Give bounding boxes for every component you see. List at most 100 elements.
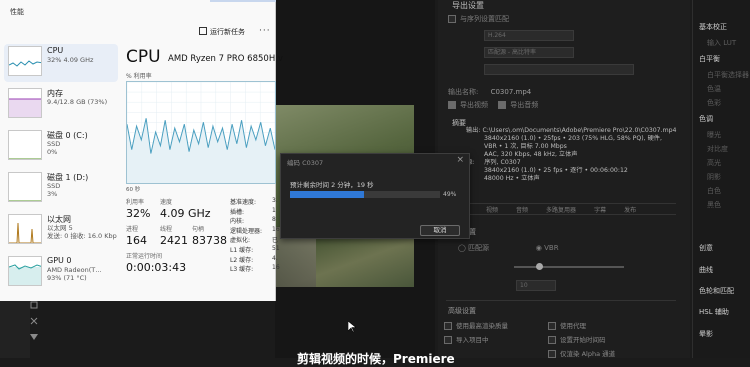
run-new-task-button[interactable]: 运行新任务 — [199, 27, 245, 37]
page-title: 性能 — [10, 8, 24, 16]
lumetri-item[interactable]: 色温 — [707, 84, 721, 94]
progress-bar — [290, 191, 440, 198]
detail-value: 16 — [272, 264, 280, 272]
lumetri-item[interactable]: HSL 辅助 — [699, 307, 729, 317]
bitrate-slider-track[interactable] — [514, 266, 624, 268]
export-audio-checkbox[interactable] — [498, 101, 507, 109]
lumetri-item[interactable]: 色彩 — [707, 98, 721, 108]
comments-field[interactable] — [484, 64, 634, 75]
lumetri-item[interactable]: 色轮和匹配 — [699, 286, 734, 296]
render-alpha-row[interactable]: 仅渲染 Alpha 通道 — [548, 348, 615, 358]
sidebar-item-1[interactable]: 内存 9.4/12.8 GB (73%) — [4, 86, 118, 124]
task-manager-window: 性能 运行新任务 ··· CPU 32% 4.09 GHz 内存 9.4/12.8 G… — [0, 0, 283, 301]
lumetri-item[interactable]: 白平衡 — [699, 54, 720, 64]
sidebar-item-2[interactable]: 磁盘 0 (C:) SSD 0% — [4, 128, 118, 166]
close-icon[interactable]: × — [456, 155, 464, 165]
lumetri-item[interactable]: 晕影 — [699, 329, 713, 339]
export-settings-panel: 导出设置 与序列设置匹配 H.264 匹配源 - 高比特率 输出名称: C030… — [438, 0, 690, 358]
lumetri-item[interactable]: 曝光 — [707, 130, 721, 140]
detail-key: L2 缓存: — [230, 256, 254, 264]
sidebar-item-5[interactable]: GPU 0 AMD Radeon(T… 93% (71 °C) — [4, 254, 118, 292]
detail-key: 插槽: — [230, 208, 245, 216]
lumetri-item[interactable]: 基本校正 — [699, 22, 727, 32]
detail-key: L1 缓存: — [230, 247, 254, 254]
more-options-icon[interactable]: ··· — [259, 26, 271, 36]
tab-captions[interactable]: 字幕 — [594, 205, 606, 214]
lumetri-item[interactable]: 对比度 — [707, 144, 728, 154]
bitrate-slider-knob[interactable] — [536, 263, 543, 270]
sidebar-item-3[interactable]: 磁盘 1 (D:) SSD 3% — [4, 170, 118, 208]
detail-value: 51 — [272, 245, 280, 252]
output-name-row: 输出名称: C0307.mp4 — [448, 88, 532, 96]
sidebar-item-name: CPU — [47, 46, 64, 55]
title-bar: 性能 — [0, 0, 276, 26]
lumetri-item[interactable]: 输入 LUT — [707, 38, 736, 48]
graph-time-label: 60 秒 — [126, 187, 141, 193]
detail-key: L3 缓存: — [230, 266, 254, 274]
cpu-heading: CPU — [126, 47, 161, 67]
encoding-dialog: 编码 C0307 × 预计剩余时间 2 分钟，19 秒 49% 取消 — [280, 153, 470, 239]
sidebar-item-detail: 9.4/12.8 GB (73%) — [47, 98, 108, 106]
cpu-model: AMD Ryzen 7 PRO 6850H v — [168, 54, 283, 64]
export-toggles: 导出视频 导出音频 — [448, 100, 538, 110]
progress-percent: 49% — [443, 191, 457, 198]
cpu-detail: CPU AMD Ryzen 7 PRO 6850H v % 利用率 60 秒 利… — [126, 44, 283, 301]
dialog-title: 编码 C0307 — [287, 159, 324, 167]
lumetri-item[interactable]: 曲线 — [699, 265, 713, 275]
detail-key: 虚拟化: — [230, 237, 251, 245]
export-video-checkbox[interactable] — [448, 101, 456, 109]
bitrate-field[interactable]: 10 — [516, 280, 556, 291]
sidebar-item-detail: SSD 3% — [47, 182, 61, 198]
utilization-stat: 利用率 32% — [126, 199, 151, 220]
tab-video[interactable]: 视频 — [486, 205, 498, 214]
lumetri-item[interactable]: 阴影 — [707, 172, 721, 182]
sidebar-thumbnail — [8, 46, 42, 76]
export-settings-header: 导出设置 — [452, 1, 484, 10]
lumetri-item[interactable]: 创意 — [699, 243, 713, 253]
sidebar-item-4[interactable]: 以太网 以太网 5 发送: 0 接收: 16.0 Kbp — [4, 212, 118, 250]
format-field[interactable]: H.264 — [484, 30, 574, 41]
lumetri-item[interactable]: 高光 — [707, 158, 721, 168]
sidebar-thumbnail — [8, 256, 42, 286]
run-task-icon — [199, 27, 207, 35]
output-name-link[interactable]: C0307.mp4 — [491, 88, 532, 96]
lumetri-panel: 基本校正输入 LUT 白平衡白平衡选择器 色温色彩色调曝光对比度高光阴影白色黑色创意… — [692, 0, 750, 358]
mouse-cursor-icon — [348, 321, 356, 333]
sidebar-thumbnail — [8, 214, 42, 244]
match-sequence-row[interactable]: 与序列设置匹配 — [448, 14, 509, 24]
detail-value: 4. — [272, 254, 278, 262]
detail-value: 1 — [272, 206, 276, 214]
utilization-axis-label: % 利用率 — [126, 73, 152, 80]
import-project-row[interactable]: 导入项目中 — [444, 334, 489, 344]
threads-stat: 线程 2421 — [160, 226, 188, 247]
progress-fill — [290, 191, 364, 198]
set-start-timecode-row[interactable]: 设置开始时间码 — [548, 334, 606, 344]
sidebar-item-detail: AMD Radeon(T… 93% (71 °C) — [47, 266, 102, 282]
other-settings-header: 高级设置 — [448, 307, 476, 315]
summary-label: 摘要 — [452, 119, 466, 127]
lumetri-item[interactable]: 白色 — [707, 186, 721, 196]
use-proxy-row[interactable]: 使用代理 — [548, 320, 586, 330]
detail-key: 逻辑处理器: — [230, 227, 263, 235]
lumetri-item[interactable]: 色调 — [699, 114, 713, 124]
uptime-stat: 正常运行时间 0:00:03:43 — [126, 253, 187, 274]
lumetri-item[interactable]: 黑色 — [707, 200, 721, 210]
tab-publish[interactable]: 发布 — [624, 205, 636, 214]
sidebar-thumbnail — [8, 88, 42, 118]
summary-output: 输出: C:\Users\.om\Documents\Adobe\Premier… — [466, 127, 677, 182]
preset-field[interactable]: 匹配源 - 高比特率 — [484, 47, 574, 58]
speed-stat: 速度 4.09 GHz — [160, 199, 211, 220]
tab-multiplexer[interactable]: 多路复用器 — [546, 205, 576, 214]
tab-audio[interactable]: 音频 — [516, 205, 528, 214]
sidebar-item-detail: SSD 0% — [47, 140, 61, 156]
detail-value: 16 — [272, 225, 280, 233]
max-render-quality-row[interactable]: 使用最高渲染质量 — [444, 320, 508, 330]
sidebar-item-detail: 以太网 5 发送: 0 接收: 16.0 Kbp — [47, 224, 117, 240]
lumetri-item[interactable]: 白平衡选择器 — [707, 70, 749, 80]
detail-value: 已 — [272, 237, 279, 245]
sidebar-item-0[interactable]: CPU 32% 4.09 GHz — [4, 44, 118, 82]
sidebar-thumbnail — [8, 172, 42, 202]
match-source-row[interactable]: ◯ 匹配源 ◉ VBR — [458, 243, 559, 253]
cancel-button[interactable]: 取消 — [420, 225, 460, 236]
tool-icons — [28, 300, 40, 358]
